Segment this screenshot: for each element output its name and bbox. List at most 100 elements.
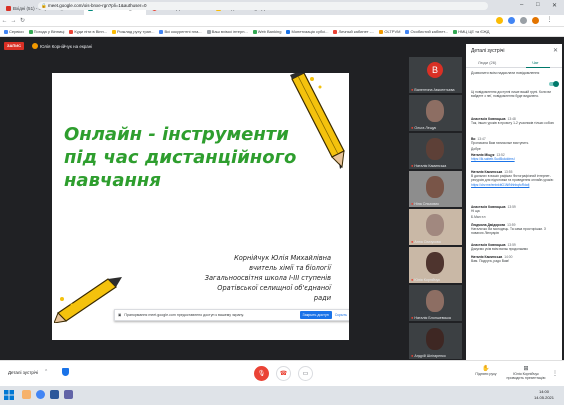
participant-name: Наталія Блоншевська: [414, 315, 451, 320]
chat-message: Анастасія Ковнацька 13:59 Hi ща: [471, 205, 557, 213]
bookmark-item[interactable]: Розклад руху тран...: [112, 29, 154, 34]
bookmark-item[interactable]: Сервіси: [4, 29, 24, 34]
bookmark-label: Web Banking: [257, 29, 282, 34]
panel-title: Деталі зустрічі: [471, 48, 505, 54]
hangup-icon[interactable]: ☎: [276, 366, 291, 381]
minimize-button[interactable]: –: [520, 2, 523, 8]
participant-tile[interactable]: ● Наталія Каминська: [409, 133, 462, 169]
participant-tile[interactable]: ● Юлія Корнійчук: [409, 247, 462, 283]
forward-arrow-icon[interactable]: →: [9, 18, 18, 24]
panel-tabs: Люди (26) Чат: [466, 58, 562, 68]
shield-icon[interactable]: [62, 368, 69, 376]
bookmark-item[interactable]: Куди піти в Вінн...: [69, 29, 107, 34]
presenter-avatar: [32, 43, 38, 49]
address-bar[interactable]: 🔒 meet.google.com/ois-bnxe-rgn?pli=1&aut…: [38, 2, 488, 10]
windows-start-icon[interactable]: [4, 390, 14, 400]
word-icon[interactable]: [50, 390, 59, 399]
gmail-icon: [6, 6, 11, 11]
message-time: 13:59: [507, 205, 516, 209]
raise-hand-button[interactable]: ✋ Підняти руку: [474, 365, 498, 376]
chevron-up-icon[interactable]: ⌃: [44, 369, 48, 375]
participant-avatar: [426, 328, 444, 350]
close-window-button[interactable]: ✕: [552, 2, 557, 9]
bookmark-item[interactable]: Погода у Вінниці: [28, 29, 64, 34]
participant-avatar: [426, 138, 444, 160]
message-text: Наталочко Ви молодець. Та сама просторіш…: [471, 227, 546, 236]
more-options-icon[interactable]: ⋮: [552, 370, 558, 377]
back-arrow-icon[interactable]: ←: [0, 18, 9, 24]
presenter-name: Юлія Корнійчук на екрані: [40, 43, 93, 49]
maximize-button[interactable]: □: [536, 2, 540, 8]
participant-tile[interactable]: В ● Валентина Авксентьєва: [409, 57, 462, 93]
message-link[interactable]: https://lk.sabeb.SudBukddmsI: [471, 157, 557, 161]
mic-off-icon: ●: [411, 353, 414, 358]
participant-avatar: [426, 214, 444, 236]
participant-name-row: ● Наталія Каминська: [411, 163, 446, 168]
close-icon[interactable]: ✕: [553, 47, 558, 54]
bookmark-item[interactable]: Web Banking: [252, 29, 282, 34]
participant-name: Юлія Корнійчук: [414, 277, 440, 282]
author-line: вчитель хімії та біології: [249, 264, 331, 272]
bookmark-item[interactable]: Личный кабинет -...: [333, 29, 374, 34]
chat-message: Анастасія Ковнацька 13:59 Дякуємо усім всі…: [471, 243, 557, 251]
participant-avatar: [426, 290, 444, 312]
participant-tile[interactable]: ● Ніна Ольховик: [409, 171, 462, 207]
participant-name-row: ● Андрій Шлігаренко: [411, 353, 446, 358]
hide-banner-button[interactable]: Скрыть: [335, 313, 347, 317]
participant-name: Ольга Лещук: [414, 125, 437, 130]
menu-icon[interactable]: ⋮: [546, 17, 553, 24]
participant-name: Анна Сімчукова: [414, 239, 441, 244]
presenting-button[interactable]: ⊞ Юлія Корнійчук проводить презентацію: [506, 365, 546, 380]
bookmark-icon: [252, 29, 257, 34]
allow-messages-toggle[interactable]: [549, 81, 559, 87]
camera-icon[interactable]: ▭: [298, 366, 313, 381]
message-link[interactable]: https://drv.me/entnkttG1NfNhhbqfoRdafj: [471, 183, 557, 187]
bookmark-label: Всі кокурентні пла...: [164, 29, 202, 34]
message-text: Б.Мал.т.н: [471, 215, 486, 219]
bookmark-item[interactable]: Всі кокурентні пла...: [159, 29, 202, 34]
extension-icon[interactable]: [496, 17, 503, 24]
profile-avatar[interactable]: [532, 17, 539, 24]
chat-message: Наталія Міщук 13:52 https://lk.sabeb.SudBu…: [471, 153, 557, 161]
mic-off-icon: ●: [411, 201, 414, 206]
bookmark-icon: [333, 29, 338, 34]
bookmark-item[interactable]: Ваш вхімоі інтерн...: [206, 29, 248, 34]
bookmark-icon: [112, 29, 117, 34]
mic-off-icon: ●: [411, 87, 414, 92]
active-tab-indicator: [526, 67, 550, 68]
bookmark-item[interactable]: Особистий кабінет...: [405, 29, 448, 34]
bookmark-label: Особистий кабінет...: [410, 29, 449, 34]
file-explorer-icon[interactable]: [22, 390, 31, 399]
bookmark-icon: [206, 29, 211, 34]
extension-icon[interactable]: [508, 17, 515, 24]
participant-tile[interactable]: ● Андрій Шлігаренко: [409, 323, 462, 359]
allow-messages-label: Дозволити всім надсилати повідомлення: [471, 71, 540, 75]
bookmark-label: OLTPVM: [384, 29, 401, 34]
lock-icon: 🔒: [41, 3, 47, 8]
tab-people[interactable]: Люди (26): [478, 60, 496, 65]
meeting-details-button[interactable]: Деталі зустрічі: [8, 370, 38, 375]
bookmark-item[interactable]: Монетизація субсі...: [286, 29, 328, 34]
app-icon[interactable]: [64, 390, 73, 399]
url-text: meet.google.com/ois-bnxe-rgn?pli=1&authu…: [48, 3, 147, 8]
mic-off-icon: ●: [411, 125, 414, 130]
mic-off-icon[interactable]: 🎙: [254, 366, 269, 381]
bookmark-item[interactable]: НМЦ ЦЕ та ЄЖД: [453, 29, 490, 34]
slide-title: Онлайн - інструменти під час дистанційно…: [64, 124, 297, 191]
taskbar-clock: 14:00 14.05.2021: [534, 389, 554, 400]
bookmark-icon: [379, 29, 384, 34]
reload-icon[interactable]: ↻: [18, 17, 27, 24]
chrome-icon[interactable]: [36, 390, 45, 399]
recording-badge: ЗАПИС: [4, 42, 24, 50]
presenting-label: Юлія Корнійчук проводить презентацію: [506, 372, 546, 380]
extension-icon[interactable]: [520, 17, 527, 24]
participant-name: Андрій Шлігаренко: [414, 353, 446, 358]
slide-author-block: Корнійчук Юлія Михайлівна вчитель хімії …: [161, 253, 331, 303]
bookmark-item[interactable]: OLTPVM: [379, 29, 400, 34]
bookmark-icon: [28, 29, 33, 34]
tab-chat[interactable]: Чат: [532, 60, 539, 65]
stop-sharing-button[interactable]: Закрыть доступ: [299, 311, 332, 319]
participant-tile[interactable]: ● Наталія Блоншевська: [409, 285, 462, 321]
participant-tile[interactable]: ● Анна Сімчукова: [409, 209, 462, 245]
participant-tile[interactable]: ● Ольга Лещук: [409, 95, 462, 131]
